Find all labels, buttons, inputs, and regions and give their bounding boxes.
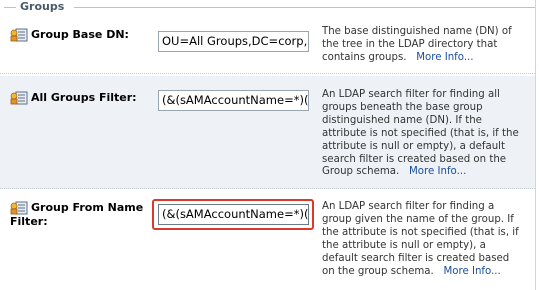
label-text: Group Base DN:: [31, 28, 129, 41]
group-from-name-filter-description: An LDAP search filter for finding a grou…: [322, 201, 524, 278]
group-base-dn-row: Group Base DN: OU=All Groups,DC=corp,DC=…: [0, 18, 535, 74]
description-text: An LDAP search filter for finding all gr…: [322, 89, 519, 178]
ldap-attribute-icon: [10, 91, 28, 105]
more-info-link[interactable]: More Info...: [416, 52, 473, 63]
more-info-link[interactable]: More Info...: [409, 166, 466, 177]
label-text-line2: Filter:: [10, 215, 48, 228]
ldap-attribute-icon: [10, 28, 28, 42]
all-groups-filter-description: An LDAP search filter for finding all gr…: [322, 89, 524, 179]
group-from-name-filter-input[interactable]: (&(sAMAccountName=*)(objectclass=group)): [158, 204, 309, 225]
right-border: [535, 0, 536, 290]
divider: [74, 7, 535, 8]
row-separator: [0, 73, 535, 74]
more-info-link[interactable]: More Info...: [443, 266, 500, 277]
all-groups-filter-input[interactable]: (&(sAMAccountName=*)(objectclass=group)): [158, 90, 309, 111]
group-base-dn-input[interactable]: OU=All Groups,DC=corp,DC=example,DC=com: [158, 31, 309, 52]
all-groups-filter-row: All Groups Filter: (&(sAMAccountName=*)(…: [0, 76, 535, 189]
ldap-attribute-icon: [10, 201, 28, 215]
group-base-dn-label: Group Base DN:: [10, 28, 129, 42]
all-groups-filter-label: All Groups Filter:: [10, 91, 137, 105]
divider: [4, 7, 16, 8]
group-from-name-filter-label: Group From Name Filter:: [10, 201, 150, 229]
label-text: All Groups Filter:: [31, 91, 137, 104]
group-from-name-filter-row: Group From Name Filter: (&(sAMAccountNam…: [0, 189, 535, 290]
groups-section-header: Groups: [4, 0, 535, 14]
group-base-dn-description: The base distinguished name (DN) of the …: [322, 26, 524, 65]
section-title: Groups: [20, 0, 65, 13]
label-text-line1: Group From Name: [31, 201, 144, 214]
